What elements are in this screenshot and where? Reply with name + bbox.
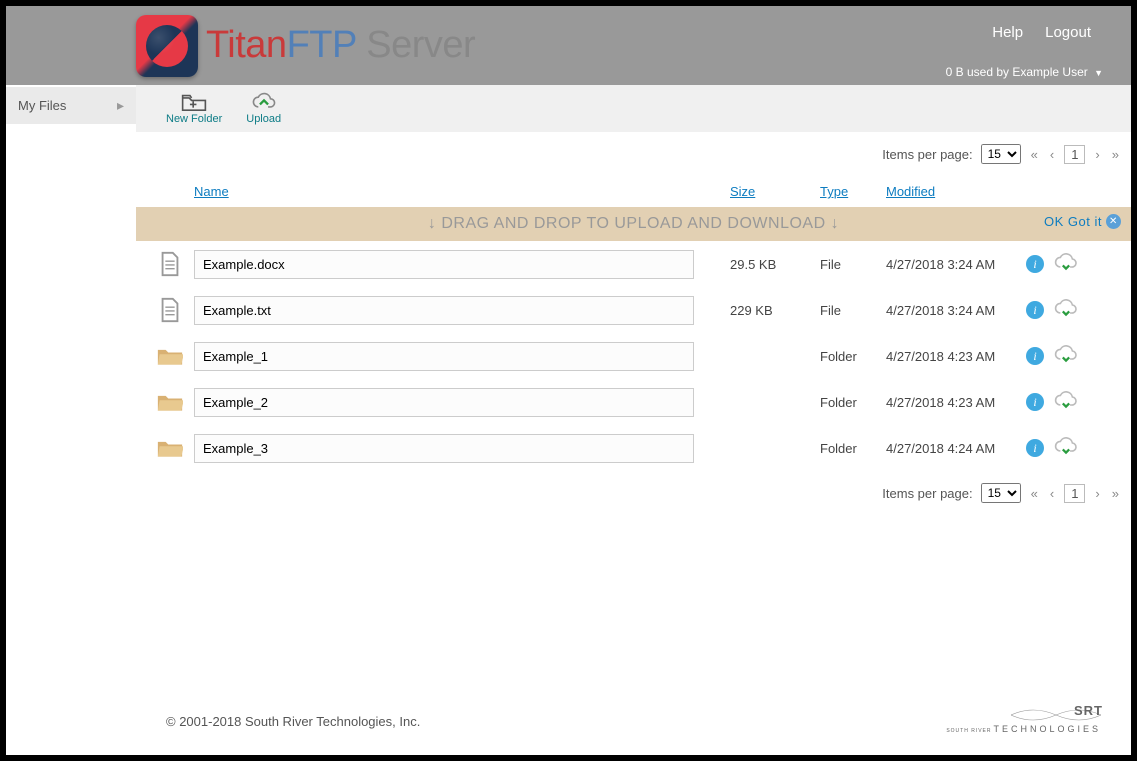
type-cell: Folder	[820, 349, 886, 364]
chevron-right-icon: ▸	[117, 97, 124, 114]
info-button[interactable]: i	[1026, 439, 1044, 457]
filename-input[interactable]	[194, 342, 694, 371]
info-button[interactable]: i	[1026, 347, 1044, 365]
sidebar-item-my-files[interactable]: My Files ▸	[6, 87, 136, 124]
items-per-page-label: Items per page:	[882, 147, 972, 162]
folder-icon[interactable]	[146, 343, 194, 369]
page-first-button[interactable]: «	[1029, 147, 1040, 162]
drag-drop-banner: ↓ DRAG AND DROP TO UPLOAD AND DOWNLOAD ↓…	[136, 207, 1131, 241]
modified-cell: 4/27/2018 4:23 AM	[886, 349, 1026, 364]
size-cell: 229 KB	[730, 303, 820, 318]
usage-text: 0 B used by	[946, 65, 1009, 79]
type-cell: File	[820, 257, 886, 272]
folder-icon[interactable]	[146, 389, 194, 415]
pagination-bottom: Items per page: 15 « ‹ 1 › »	[136, 471, 1131, 515]
new-folder-icon	[181, 92, 207, 112]
page-first-button[interactable]: «	[1029, 486, 1040, 501]
items-per-page-label: Items per page:	[882, 486, 972, 501]
modified-cell: 4/27/2018 4:23 AM	[886, 395, 1026, 410]
table-row: 29.5 KBFile4/27/2018 3:24 AMi	[136, 241, 1131, 287]
table-row: Folder4/27/2018 4:23 AMi	[136, 333, 1131, 379]
table-header: Name Size Type Modified	[136, 176, 1131, 207]
table-row: Folder4/27/2018 4:24 AMi	[136, 425, 1131, 471]
brand-ftp: FTP	[287, 24, 357, 66]
page-prev-button[interactable]: ‹	[1048, 147, 1056, 162]
upload-label: Upload	[246, 113, 281, 125]
type-cell: Folder	[820, 441, 886, 456]
user-menu-caret-icon: ▼	[1094, 68, 1103, 78]
logout-link[interactable]: Logout	[1045, 24, 1091, 41]
filename-input[interactable]	[194, 250, 694, 279]
filename-input[interactable]	[194, 296, 694, 325]
download-button[interactable]	[1054, 344, 1078, 369]
page-last-button[interactable]: »	[1110, 147, 1121, 162]
my-files-label: My Files	[18, 98, 66, 113]
header-links: Help Logout	[992, 24, 1091, 41]
modified-cell: 4/27/2018 4:24 AM	[886, 441, 1026, 456]
size-cell: 29.5 KB	[730, 257, 820, 272]
type-cell: Folder	[820, 395, 886, 410]
items-per-page-select[interactable]: 15	[981, 483, 1021, 503]
help-link[interactable]: Help	[992, 24, 1023, 41]
modified-cell: 4/27/2018 3:24 AM	[886, 303, 1026, 318]
col-modified[interactable]: Modified	[886, 184, 1026, 199]
logo-text: TitanFTP Server	[206, 24, 475, 67]
srt-text: SRT	[1074, 704, 1103, 718]
upload-cloud-icon	[251, 92, 277, 112]
filename-input[interactable]	[194, 388, 694, 417]
usage-info[interactable]: 0 B used by Example User ▼	[946, 65, 1103, 79]
close-icon: ✕	[1106, 214, 1121, 229]
page-last-button[interactable]: »	[1110, 486, 1121, 501]
items-per-page-select[interactable]: 15	[981, 144, 1021, 164]
new-folder-label: New Folder	[166, 113, 222, 125]
page-next-button[interactable]: ›	[1093, 147, 1101, 162]
logo: TitanFTP Server	[136, 15, 475, 77]
file-table: Name Size Type Modified ↓ DRAG AND DROP …	[136, 176, 1131, 471]
page-prev-button[interactable]: ‹	[1048, 486, 1056, 501]
download-button[interactable]	[1054, 390, 1078, 415]
file-icon[interactable]	[146, 251, 194, 277]
toolbar: New Folder Upload	[136, 85, 1131, 132]
col-name[interactable]: Name	[194, 184, 730, 199]
sidebar: My Files ▸	[6, 85, 136, 755]
copyright: © 2001-2018 South River Technologies, In…	[166, 714, 420, 729]
banner-text: ↓ DRAG AND DROP TO UPLOAD AND DOWNLOAD ↓	[428, 215, 839, 232]
download-button[interactable]	[1054, 436, 1078, 461]
download-button[interactable]	[1054, 298, 1078, 323]
banner-dismiss[interactable]: OK Got it ✕	[1044, 214, 1121, 229]
folder-icon[interactable]	[146, 435, 194, 461]
srt-logo: SRT SOUTH RIVERTECHNOLOGIES	[946, 708, 1101, 735]
info-button[interactable]: i	[1026, 301, 1044, 319]
page-number: 1	[1064, 484, 1085, 503]
col-type[interactable]: Type	[820, 184, 886, 199]
main-panel: New Folder Upload Items per page: 15 « ‹…	[136, 85, 1131, 755]
page-next-button[interactable]: ›	[1093, 486, 1101, 501]
new-folder-button[interactable]: New Folder	[166, 92, 222, 125]
page-number: 1	[1064, 145, 1085, 164]
col-size[interactable]: Size	[730, 184, 820, 199]
srt-tech: TECHNOLOGIES	[993, 724, 1101, 734]
footer: © 2001-2018 South River Technologies, In…	[136, 696, 1131, 755]
info-button[interactable]: i	[1026, 393, 1044, 411]
modified-cell: 4/27/2018 3:24 AM	[886, 257, 1026, 272]
banner-ok-label: OK Got it	[1044, 214, 1102, 229]
header: TitanFTP Server Help Logout 0 B used by …	[6, 6, 1131, 85]
table-row: 229 KBFile4/27/2018 3:24 AMi	[136, 287, 1131, 333]
type-cell: File	[820, 303, 886, 318]
upload-button[interactable]: Upload	[246, 92, 281, 125]
file-icon[interactable]	[146, 297, 194, 323]
user-name: Example User	[1012, 65, 1087, 79]
info-button[interactable]: i	[1026, 255, 1044, 273]
download-button[interactable]	[1054, 252, 1078, 277]
brand-titan: Titan	[206, 24, 287, 66]
pagination-top: Items per page: 15 « ‹ 1 › »	[136, 132, 1131, 176]
table-row: Folder4/27/2018 4:23 AMi	[136, 379, 1131, 425]
filename-input[interactable]	[194, 434, 694, 463]
brand-server: Server	[356, 24, 475, 66]
logo-icon	[136, 15, 198, 77]
